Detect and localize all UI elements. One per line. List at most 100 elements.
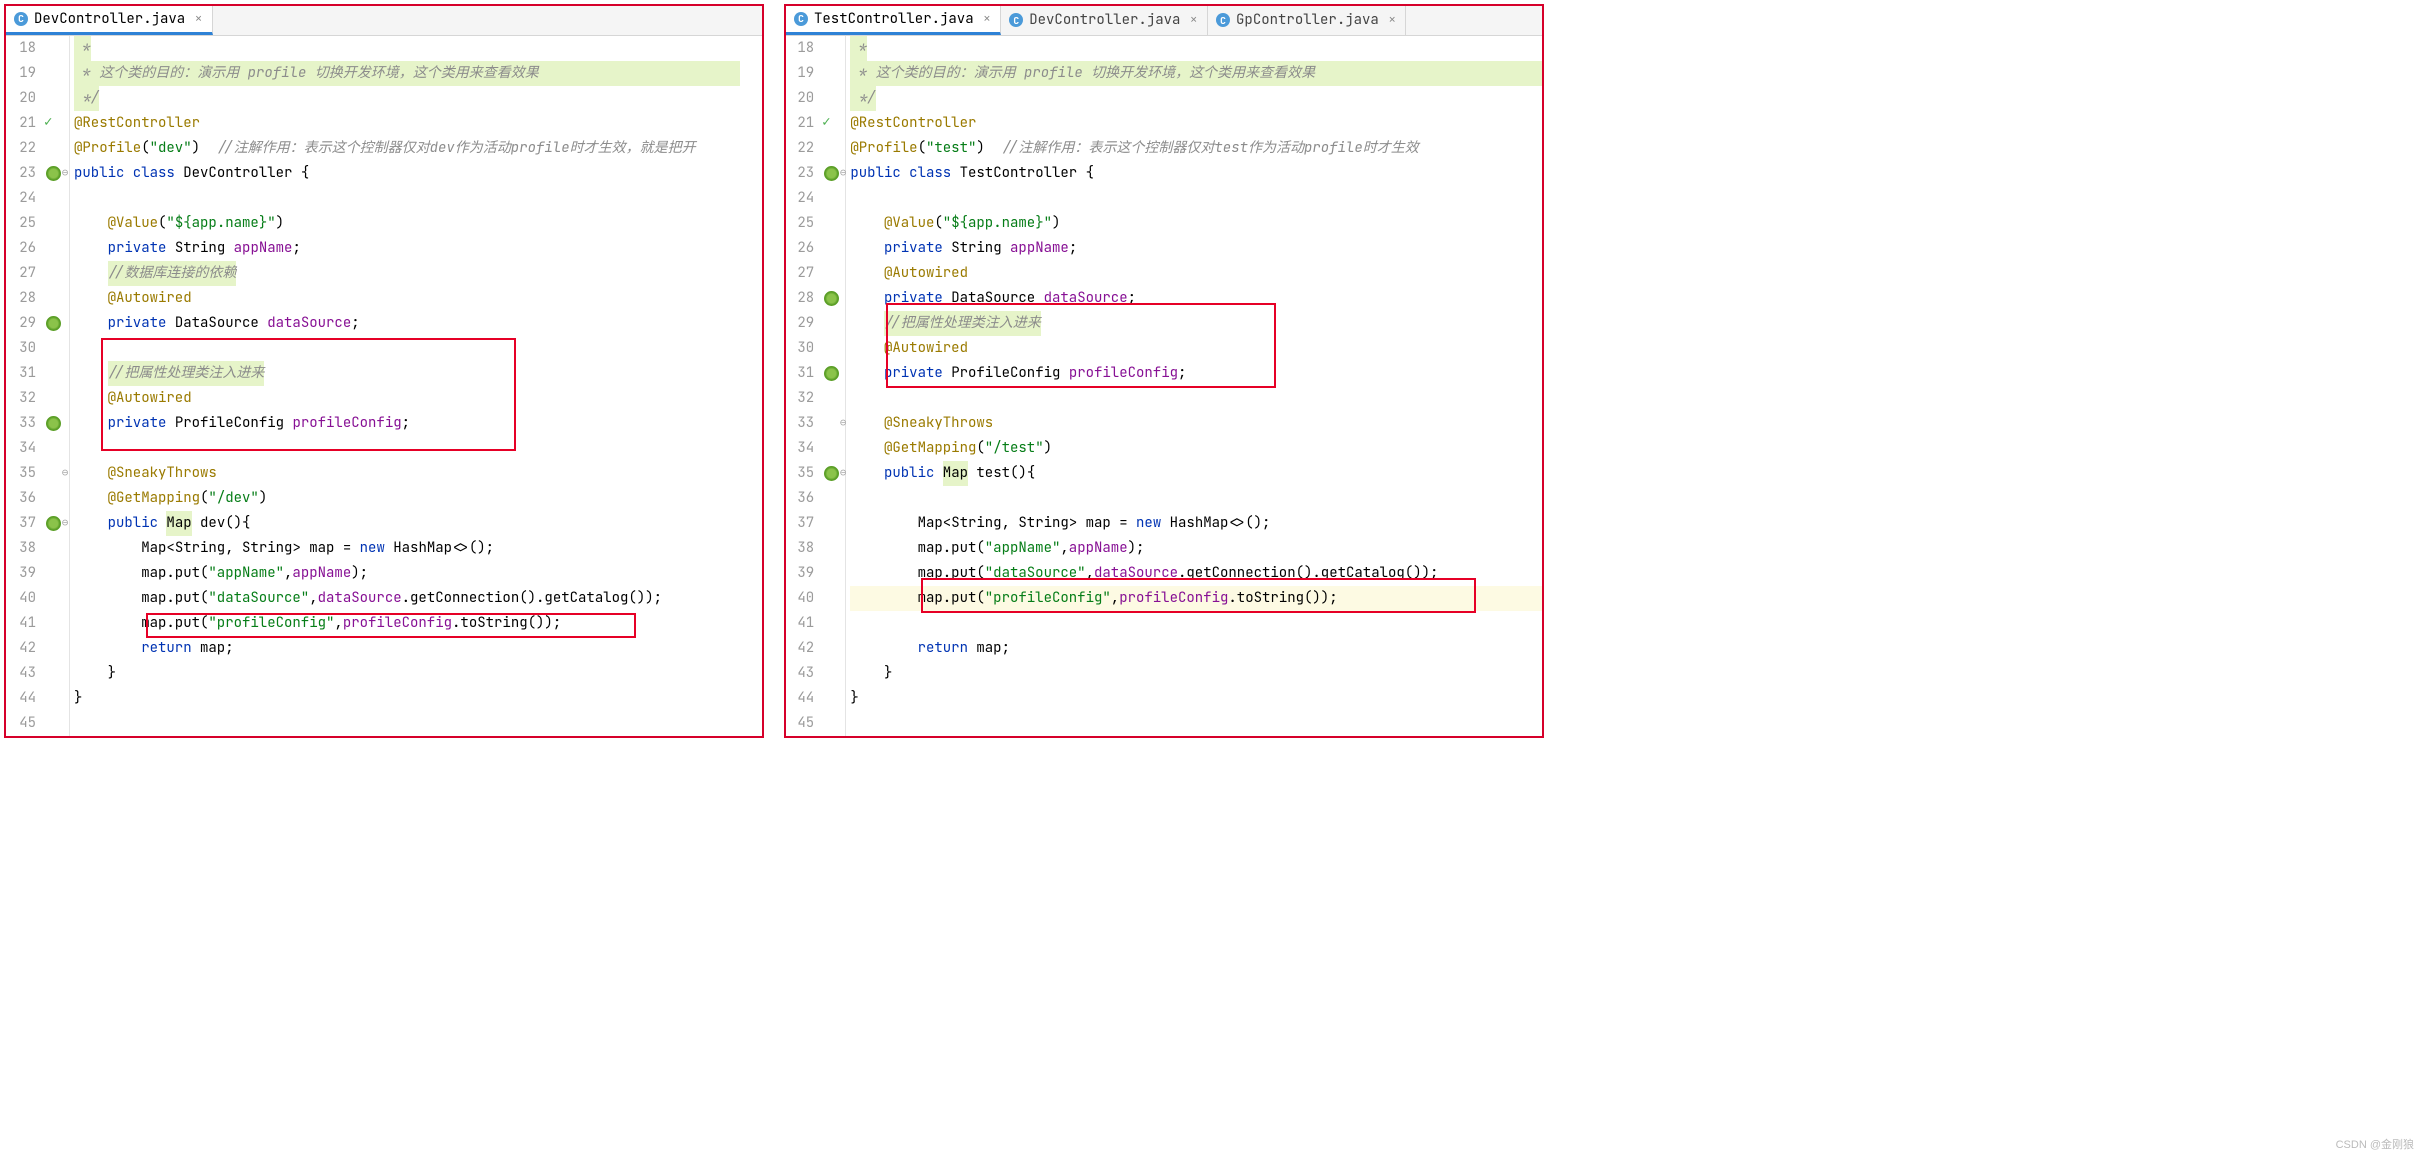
code-line[interactable]: private DataSource dataSource; bbox=[74, 311, 762, 336]
code-line[interactable]: return map; bbox=[850, 636, 1542, 661]
tab-gpcontroller-java[interactable]: CGpController.java✕ bbox=[1208, 5, 1406, 35]
code-line[interactable] bbox=[850, 711, 1542, 736]
spring-bean-icon[interactable] bbox=[824, 291, 839, 306]
gutter-row: ⊖ bbox=[818, 411, 845, 436]
gutter-row bbox=[818, 636, 845, 661]
code-line[interactable]: */ bbox=[74, 86, 762, 111]
spring-bean-icon[interactable] bbox=[824, 366, 839, 381]
code-line[interactable]: public Map test(){ bbox=[850, 461, 1542, 486]
code-line[interactable]: private String appName; bbox=[850, 236, 1542, 261]
code-line[interactable]: } bbox=[74, 661, 762, 686]
gutter-row bbox=[40, 661, 69, 686]
line-number: 45 bbox=[786, 711, 814, 736]
code-line[interactable]: } bbox=[850, 686, 1542, 711]
code-line[interactable] bbox=[74, 336, 762, 361]
code-line[interactable]: @Profile("dev") //注解作用：表示这个控制器仅对dev作为活动p… bbox=[74, 136, 762, 161]
code-line[interactable]: private DataSource dataSource; bbox=[850, 286, 1542, 311]
code-line[interactable]: @Autowired bbox=[74, 286, 762, 311]
code-line[interactable]: return map; bbox=[74, 636, 762, 661]
code-line[interactable]: private String appName; bbox=[74, 236, 762, 261]
tab-devcontroller-java[interactable]: CDevController.java✕ bbox=[6, 5, 213, 35]
code-line[interactable]: } bbox=[850, 661, 1542, 686]
code-line[interactable]: @Autowired bbox=[850, 261, 1542, 286]
code-line[interactable]: map.put("dataSource",dataSource.getConne… bbox=[74, 586, 762, 611]
code-line[interactable]: //把属性处理类注入进来 bbox=[850, 311, 1542, 336]
tab-testcontroller-java[interactable]: CTestController.java✕ bbox=[786, 5, 1001, 35]
code-line[interactable]: private ProfileConfig profileConfig; bbox=[74, 411, 762, 436]
code-line[interactable]: @Autowired bbox=[74, 386, 762, 411]
code-line[interactable] bbox=[850, 611, 1542, 636]
code-line[interactable]: @SneakyThrows bbox=[74, 461, 762, 486]
code-line[interactable]: private ProfileConfig profileConfig; bbox=[850, 361, 1542, 386]
gutter-row bbox=[818, 536, 845, 561]
code-line[interactable]: map.put("appName",appName); bbox=[74, 561, 762, 586]
line-number: 35 bbox=[6, 461, 36, 486]
code-line[interactable] bbox=[74, 436, 762, 461]
code-line[interactable]: map.put("dataSource",dataSource.getConne… bbox=[850, 561, 1542, 586]
code-line[interactable] bbox=[74, 186, 762, 211]
gutter-row bbox=[818, 361, 845, 386]
gutter-row bbox=[818, 686, 845, 711]
fold-toggle-icon[interactable]: ⊖ bbox=[61, 161, 69, 169]
code-line[interactable]: * bbox=[74, 36, 762, 61]
code-line[interactable]: //把属性处理类注入进来 bbox=[74, 361, 762, 386]
editor-left[interactable]: 1819202122232425262728293031323334353637… bbox=[6, 36, 762, 736]
spring-bean-icon[interactable] bbox=[46, 516, 61, 531]
gutter-row bbox=[40, 336, 69, 361]
line-number: 19 bbox=[6, 61, 36, 86]
code-line[interactable]: public Map dev(){ bbox=[74, 511, 762, 536]
code-line[interactable] bbox=[850, 386, 1542, 411]
code-line[interactable]: } bbox=[74, 686, 762, 711]
line-number: 24 bbox=[6, 186, 36, 211]
code-line[interactable]: */ bbox=[850, 86, 1542, 111]
close-icon[interactable]: ✕ bbox=[1389, 13, 1396, 27]
spring-bean-icon[interactable] bbox=[46, 316, 61, 331]
code-line[interactable]: Map<String, String> map = new HashMap<>(… bbox=[74, 536, 762, 561]
tab-bar-left: CDevController.java✕ bbox=[6, 6, 762, 36]
code-line[interactable]: @GetMapping("/test") bbox=[850, 436, 1542, 461]
line-number: 34 bbox=[786, 436, 814, 461]
close-icon[interactable]: ✕ bbox=[984, 12, 991, 26]
code-line[interactable] bbox=[850, 186, 1542, 211]
code-line[interactable] bbox=[74, 711, 762, 736]
code-line[interactable]: public class TestController { bbox=[850, 161, 1542, 186]
line-number: 33 bbox=[6, 411, 36, 436]
spring-bean-icon[interactable] bbox=[46, 416, 61, 431]
code-line[interactable]: @Value("${app.name}") bbox=[74, 211, 762, 236]
run-gutter-icon[interactable] bbox=[46, 116, 60, 130]
code-area-left[interactable]: * * 这个类的目的：演示用 profile 切换开发环境，这个类用来查看效果 … bbox=[70, 36, 762, 736]
code-line[interactable]: //数据库连接的依赖 bbox=[74, 261, 762, 286]
gutter-row bbox=[40, 211, 69, 236]
close-icon[interactable]: ✕ bbox=[195, 12, 202, 26]
code-line[interactable]: map.put("appName",appName); bbox=[850, 536, 1542, 561]
close-icon[interactable]: ✕ bbox=[1190, 13, 1197, 27]
code-line[interactable]: @RestController bbox=[74, 111, 762, 136]
code-line[interactable]: @GetMapping("/dev") bbox=[74, 486, 762, 511]
editor-right[interactable]: 1819202122232425262728293031323334353637… bbox=[786, 36, 1542, 736]
gutter-row bbox=[818, 561, 845, 586]
code-area-right[interactable]: * * 这个类的目的：演示用 profile 切换开发环境，这个类用来查看效果 … bbox=[846, 36, 1542, 736]
spring-bean-icon[interactable] bbox=[824, 166, 839, 181]
tab-devcontroller-java[interactable]: CDevController.java✕ bbox=[1001, 5, 1208, 35]
code-line[interactable]: @RestController bbox=[850, 111, 1542, 136]
code-line[interactable]: @Value("${app.name}") bbox=[850, 211, 1542, 236]
code-line[interactable]: public class DevController { bbox=[74, 161, 762, 186]
fold-toggle-icon[interactable]: ⊖ bbox=[61, 461, 69, 469]
code-line[interactable]: map.put("profileConfig",profileConfig.to… bbox=[74, 611, 762, 636]
fold-toggle-icon[interactable]: ⊖ bbox=[61, 511, 69, 519]
code-line[interactable]: * 这个类的目的：演示用 profile 切换开发环境，这个类用来查看效果 bbox=[74, 61, 762, 86]
code-line[interactable]: @Profile("test") //注解作用：表示这个控制器仅对test作为活… bbox=[850, 136, 1542, 161]
line-number: 43 bbox=[6, 661, 36, 686]
code-line[interactable]: @SneakyThrows bbox=[850, 411, 1542, 436]
code-line[interactable]: * 这个类的目的：演示用 profile 切换开发环境，这个类用来查看效果 bbox=[850, 61, 1542, 86]
spring-bean-icon[interactable] bbox=[824, 466, 839, 481]
spring-bean-icon[interactable] bbox=[46, 166, 61, 181]
run-gutter-icon[interactable] bbox=[824, 116, 838, 130]
gutter-row bbox=[818, 136, 845, 161]
code-line[interactable]: Map<String, String> map = new HashMap<>(… bbox=[850, 511, 1542, 536]
code-line[interactable]: @Autowired bbox=[850, 336, 1542, 361]
code-line[interactable]: map.put("profileConfig",profileConfig.to… bbox=[850, 586, 1542, 611]
code-line[interactable] bbox=[850, 486, 1542, 511]
code-line[interactable]: * bbox=[850, 36, 1542, 61]
line-number: 21 bbox=[786, 111, 814, 136]
